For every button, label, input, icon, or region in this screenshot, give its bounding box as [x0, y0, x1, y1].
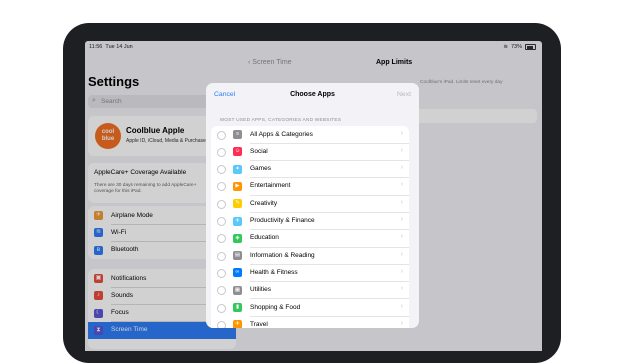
category-row-shopping-food[interactable]: ▮ Shopping & Food › [211, 299, 409, 317]
category-label: Productivity & Finance [250, 217, 315, 224]
chevron-right-icon: › [400, 146, 403, 154]
category-label: Education [250, 234, 279, 242]
category-row-social[interactable]: ☺ Social › [211, 143, 409, 161]
radio-circle-icon[interactable] [217, 303, 226, 313]
section-header: MOST USED APPS, CATEGORIES AND WEBSITES [220, 118, 342, 123]
radio-circle-icon[interactable] [217, 268, 226, 278]
radio-circle-icon[interactable] [217, 165, 226, 175]
radio-circle-icon[interactable] [217, 234, 226, 244]
radio-circle-icon[interactable] [217, 251, 226, 261]
category-label: Information & Reading [250, 251, 315, 259]
category-row-utilities[interactable]: ▦ Utilities › [211, 282, 409, 299]
chevron-right-icon: › [400, 267, 403, 275]
fitness-icon: ∞ [233, 268, 242, 278]
category-list: ≡ All Apps & Categories › ☺ Social › ✦ Games › ▶ E… [211, 126, 409, 328]
radio-circle-icon[interactable] [217, 199, 226, 209]
category-label: Creativity [250, 199, 278, 207]
chevron-right-icon: › [400, 319, 403, 327]
entertainment-icon: ▶ [233, 181, 242, 191]
category-label: Travel [250, 320, 268, 328]
chevron-right-icon: › [400, 233, 403, 241]
reading-icon: ▤ [233, 251, 242, 261]
chevron-right-icon: › [400, 198, 403, 206]
education-icon: ◈ [233, 233, 242, 243]
category-row-productivity-finance[interactable]: ✈ Productivity & Finance › [211, 213, 409, 230]
layers-icon: ≡ [233, 130, 242, 139]
category-row-health-fitness[interactable]: ∞ Health & Fitness › [211, 264, 409, 282]
category-label: Shopping & Food [250, 303, 301, 311]
chevron-right-icon: › [400, 164, 403, 172]
radio-circle-icon[interactable] [217, 130, 226, 140]
category-row-education[interactable]: ◈ Education › [211, 230, 409, 248]
chevron-right-icon: › [400, 302, 403, 310]
radio-circle-icon[interactable] [217, 217, 226, 226]
chevron-right-icon: › [400, 181, 403, 189]
shopping-icon: ▮ [233, 303, 242, 312]
next-button[interactable]: Next [397, 91, 411, 98]
games-icon: ✦ [233, 164, 242, 174]
chevron-right-icon: › [400, 216, 403, 223]
category-label: Entertainment [250, 182, 291, 190]
modal-title: Choose Apps [290, 91, 335, 98]
category-row-creativity[interactable]: ✎ Creativity › [211, 195, 409, 213]
category-label: Utilities [250, 286, 271, 294]
productivity-icon: ✈ [233, 216, 242, 226]
category-label: Games [250, 165, 271, 173]
radio-circle-icon[interactable] [217, 182, 226, 192]
radio-circle-icon[interactable] [217, 286, 226, 296]
category-row-travel[interactable]: ✈ Travel › [211, 316, 409, 328]
creativity-icon: ✎ [233, 199, 242, 209]
radio-circle-icon[interactable] [217, 320, 226, 328]
ipad-screen: 11:56 Tue 14 Jun ≋ 73% Settings ⌕ Search… [85, 41, 542, 351]
utilities-icon: ▦ [233, 285, 242, 295]
chevron-right-icon: › [400, 250, 403, 258]
chevron-right-icon: › [400, 285, 403, 293]
category-row-entertainment[interactable]: ▶ Entertainment › [211, 178, 409, 196]
category-row-information-reading[interactable]: ▤ Information & Reading › [211, 247, 409, 265]
travel-icon: ✈ [233, 320, 242, 328]
chevron-right-icon: › [400, 129, 403, 137]
category-row-games[interactable]: ✦ Games › [211, 161, 409, 178]
category-label: Social [250, 147, 268, 155]
social-icon: ☺ [233, 147, 242, 157]
radio-circle-icon[interactable] [217, 147, 226, 157]
choose-apps-modal: Cancel Choose Apps Next MOST USED APPS, … [206, 83, 419, 328]
category-label: Health & Fitness [250, 268, 298, 276]
category-label: All Apps & Categories [250, 130, 313, 138]
category-row-all-apps-categories[interactable]: ≡ All Apps & Categories › [211, 126, 409, 144]
